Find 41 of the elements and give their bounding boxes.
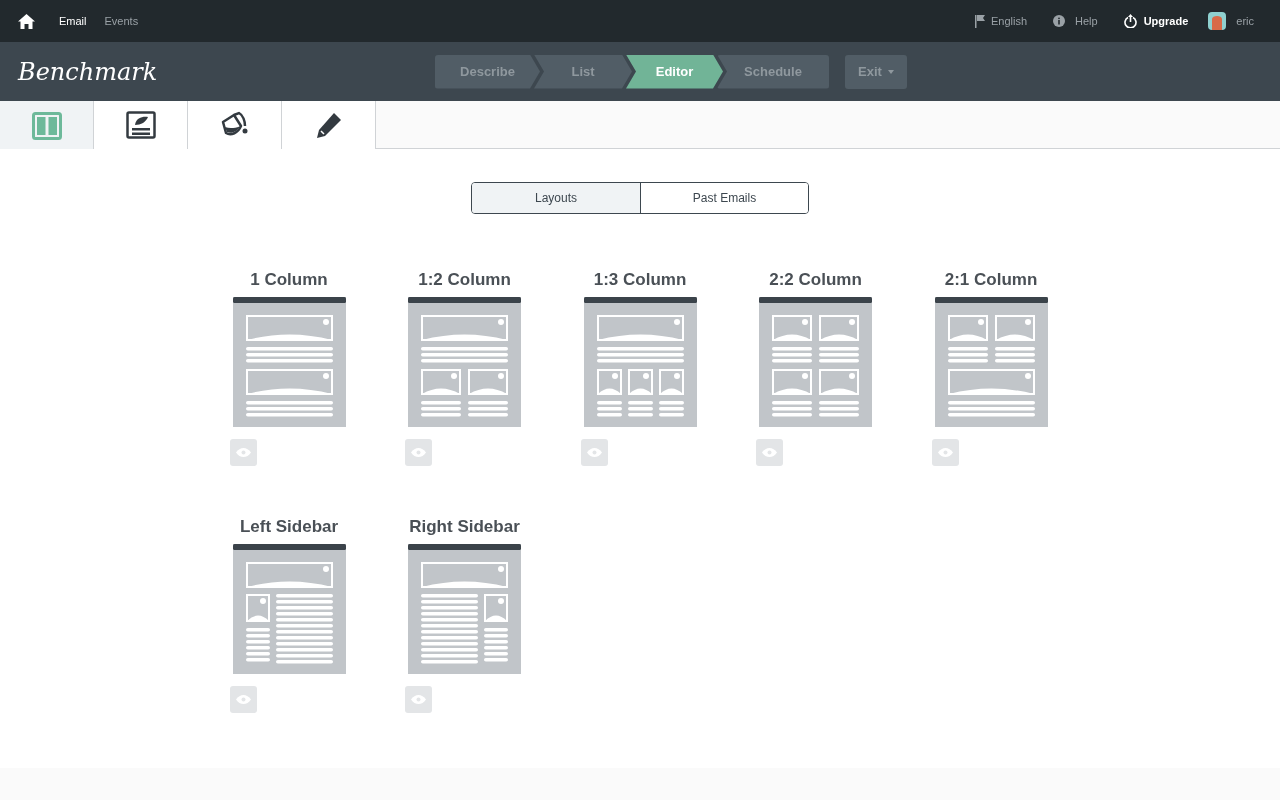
segment-tab[interactable]: Past Emails [640,183,808,213]
help-link[interactable]: Help [1075,12,1098,30]
nav-link[interactable]: Email [59,12,87,30]
eye-icon [411,448,426,457]
layout-title: Right Sidebar [408,516,521,538]
flag-icon [974,14,985,28]
layout-title: 2:2 Column [768,269,863,291]
layout-thumbnail[interactable] [408,544,521,674]
segment-tab[interactable]: Layouts [472,183,640,213]
eye-icon [762,448,777,457]
eye-icon [235,448,251,457]
toolbar-tab[interactable] [282,101,376,150]
layout-thumbnail[interactable] [408,297,521,427]
layout-title: 2:1 Column [943,269,1039,291]
nav-link[interactable]: Events [104,12,139,30]
layout-title: Left Sidebar [238,516,340,538]
avatar-icon[interactable] [1208,12,1227,30]
toolbar-tab[interactable] [188,101,282,150]
toolbar-tab[interactable] [94,101,188,150]
columns-icon [31,111,62,140]
home-icon[interactable] [18,13,35,29]
caret-icon [887,69,894,74]
upgrade-link[interactable]: Upgrade [1143,12,1189,30]
eye-icon [411,695,426,704]
eye-icon [235,695,251,704]
layout-title: 1:3 Column [592,269,688,291]
layout-title: 1 Column [249,269,329,291]
eye-icon [586,448,602,457]
layout-thumbnail[interactable] [232,297,346,427]
layout-thumbnail[interactable] [583,297,697,427]
layout-thumbnail[interactable] [934,297,1048,427]
eye-icon [937,448,953,457]
layout-thumbnail[interactable] [232,544,346,674]
layout-thumbnail[interactable] [759,297,872,427]
info-icon [1053,15,1065,27]
upload-icon [1123,14,1137,28]
layout-title: 1:2 Column [417,269,512,291]
logo: Benchmark [18,56,159,88]
language-link[interactable]: English [990,12,1027,30]
document-icon [125,111,156,139]
user-name[interactable]: eric [1236,12,1254,30]
